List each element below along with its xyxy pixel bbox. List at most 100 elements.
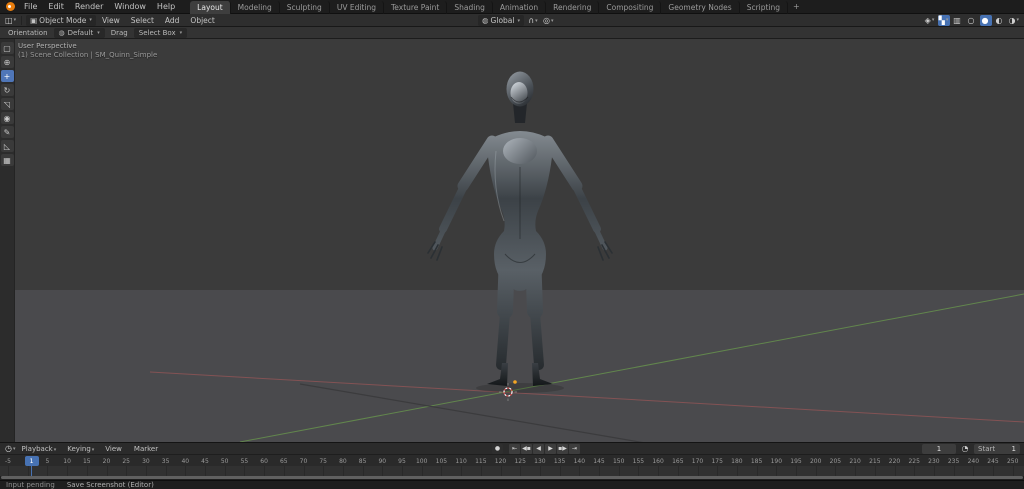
viewport-display-options: ◈ ▾ ▚ ▾ ▥ ○ ● ◐ ◑ (924, 15, 1021, 26)
editor-type-dropdown[interactable]: ◫ ▾ (4, 15, 17, 26)
move-tool-button[interactable]: + (1, 70, 14, 82)
timeline-ruler[interactable]: 1 -5510152025303540455055606570758085909… (0, 454, 1024, 466)
tab-layout[interactable]: Layout (190, 1, 231, 14)
tab-compositing[interactable]: Compositing (599, 1, 661, 14)
chevron-down-icon: ▾ (13, 446, 16, 452)
menu-add[interactable]: Add (160, 15, 185, 26)
ruler-tick: 140 (574, 458, 585, 465)
separator (21, 16, 22, 25)
chevron-down-icon: ▾ (517, 18, 520, 24)
tab-sculpting[interactable]: Sculpting (280, 1, 330, 14)
cursor-tool-button[interactable]: ⊕ (1, 56, 14, 68)
jump-to-end-button[interactable]: ⇥ (569, 444, 580, 454)
tool-settings-header: Orientation ◍ Default ▾ Drag Select Box … (0, 27, 1024, 39)
ruler-tick: 235 (948, 458, 959, 465)
status-action-text: Save Screenshot (Editor) (67, 481, 154, 489)
menu-help[interactable]: Help (152, 1, 180, 12)
timeline-scrollbar[interactable] (0, 476, 1024, 480)
tool-orientation-value: Default (68, 29, 94, 37)
viewport-menus: ViewSelectAddObject (97, 15, 220, 26)
rotate-tool-button[interactable]: ↻ (1, 84, 14, 96)
tab-geometry-nodes[interactable]: Geometry Nodes (661, 1, 739, 14)
chest-plate (503, 138, 537, 164)
select-box-tool-button[interactable]: ▢ (1, 42, 14, 54)
preview-range-toggle[interactable]: ◔ (959, 443, 971, 454)
orientation-dropdown[interactable]: ◍ Global ▾ (478, 15, 524, 26)
ruler-tick: 10 (63, 458, 71, 465)
add-workspace-button[interactable]: + (788, 1, 805, 12)
frame-start-field[interactable]: Start 1 (974, 444, 1020, 454)
play-button[interactable]: ▶ (545, 444, 556, 454)
scale-tool-button[interactable]: ◹ (1, 98, 14, 110)
transform-tool-button[interactable]: ◉ (1, 112, 14, 124)
jump-to-start-button[interactable]: ⇤ (509, 444, 520, 454)
mode-dropdown[interactable]: ▣ Object Mode ▾ (26, 15, 96, 26)
ruler-tick: 135 (554, 458, 565, 465)
track-gridline (737, 466, 738, 476)
measure-tool-button[interactable]: ◺ (1, 140, 14, 152)
menu-render[interactable]: Render (70, 1, 108, 12)
track-gridline (304, 466, 305, 476)
auto-keying-toggle[interactable]: ● (492, 444, 503, 454)
tab-texture-paint[interactable]: Texture Paint (384, 1, 447, 14)
menu-object[interactable]: Object (185, 15, 219, 26)
ruler-tick: 165 (672, 458, 683, 465)
main-menus: FileEditRenderWindowHelp (19, 1, 180, 12)
track-gridline (501, 466, 502, 476)
tab-modeling[interactable]: Modeling (231, 1, 280, 14)
ruler-tick: 55 (241, 458, 249, 465)
track-gridline (579, 466, 580, 476)
prev-keyframe-button[interactable]: ◀▪ (521, 444, 532, 454)
3d-viewport[interactable]: ▢⊕+↻◹◉✎◺▦ User Perspective (1) Scene Col… (0, 39, 1024, 442)
track-gridline (363, 466, 364, 476)
timeline-track[interactable] (0, 466, 1024, 476)
track-gridline (323, 466, 324, 476)
menu-edit[interactable]: Edit (43, 1, 69, 12)
timeline-header: ◷ ▾ Playback▾ Keying▾ View Marker ● ⇤◀▪ (0, 442, 1024, 454)
proportional-editing-toggle[interactable]: ◎ ▾ (542, 15, 555, 26)
ruler-tick: 100 (416, 458, 427, 465)
tool-orientation-dropdown[interactable]: ◍ Default ▾ (54, 28, 105, 38)
playhead[interactable]: 1 (25, 456, 39, 466)
timeline-editor-icon: ◷ (5, 444, 12, 453)
drag-mode-dropdown[interactable]: Select Box ▾ (134, 28, 187, 38)
ruler-tick: 205 (830, 458, 841, 465)
blender-logo-icon[interactable] (6, 2, 15, 11)
face-plate (511, 82, 528, 104)
menu-file[interactable]: File (19, 1, 42, 12)
menu-select[interactable]: Select (126, 15, 159, 26)
track-gridline (28, 466, 29, 476)
ruler-tick: 105 (436, 458, 447, 465)
tab-scripting[interactable]: Scripting (740, 1, 788, 14)
track-gridline (185, 466, 186, 476)
tab-animation[interactable]: Animation (493, 1, 546, 14)
tab-rendering[interactable]: Rendering (546, 1, 599, 14)
scrollbar-thumb[interactable] (1, 476, 1023, 479)
ruler-tick: 240 (968, 458, 979, 465)
ruler-tick: 155 (633, 458, 644, 465)
track-gridline (757, 466, 758, 476)
timeline-editor-type-dropdown[interactable]: ◷ ▾ (4, 443, 17, 454)
track-gridline (225, 466, 226, 476)
menu-view[interactable]: View (97, 15, 125, 26)
play-reverse-button[interactable]: ◀ (533, 444, 544, 454)
frame-range-controls: 1 ◔ Start 1 (922, 443, 1020, 454)
next-keyframe-button[interactable]: ▪▶ (557, 444, 568, 454)
transport-buttons: ⇤◀▪◀▶▪▶⇥ (509, 444, 580, 454)
object-mode-icon: ▣ (30, 16, 37, 25)
ruler-tick: 115 (475, 458, 486, 465)
tab-uv-editing[interactable]: UV Editing (330, 1, 384, 14)
annotate-tool-button[interactable]: ✎ (1, 126, 14, 138)
track-gridline (441, 466, 442, 476)
snap-toggle[interactable]: ∩ ▾ (527, 15, 539, 26)
ruler-tick: 80 (339, 458, 347, 465)
track-gridline (47, 466, 48, 476)
current-frame-field[interactable]: 1 (922, 444, 956, 454)
tab-shading[interactable]: Shading (447, 1, 492, 14)
add-cube-tool-button[interactable]: ▦ (1, 154, 14, 166)
menu-view-timeline: View (105, 445, 122, 453)
ruler-tick: 60 (260, 458, 268, 465)
track-gridline (560, 466, 561, 476)
menu-window[interactable]: Window (109, 1, 151, 12)
ruler-tick: 25 (122, 458, 130, 465)
